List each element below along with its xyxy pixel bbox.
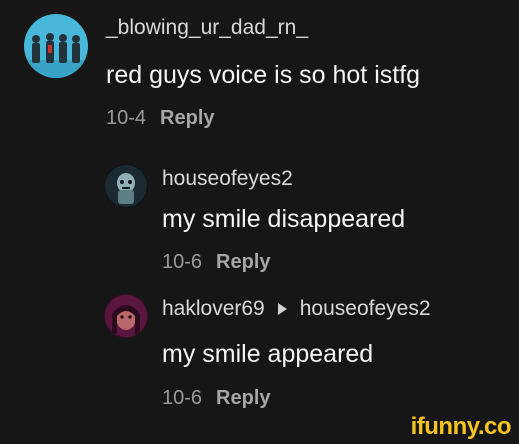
band-photo-avatar-icon — [24, 14, 88, 78]
comment-username[interactable]: houseofeyes2 — [162, 167, 293, 191]
comment-text: my smile appeared — [162, 340, 374, 368]
reply-button[interactable]: Reply — [216, 251, 270, 274]
comment-text: my smile disappeared — [162, 205, 406, 233]
comment-meta: 10-4 Reply — [106, 107, 215, 130]
comment-username[interactable]: _blowing_ur_dad_rn_ — [106, 16, 308, 40]
avatar[interactable] — [24, 14, 88, 78]
ifunny-watermark: ifunny.co — [410, 413, 512, 440]
monster-figure-avatar-icon — [104, 164, 148, 208]
reply-button[interactable]: Reply — [216, 387, 270, 410]
comment-username[interactable]: haklover69 — [162, 297, 265, 321]
comment-meta: 10-6 Reply — [162, 251, 271, 274]
comment-meta: 10-6 Reply — [162, 387, 271, 410]
comment-date: 10-4 — [106, 107, 147, 129]
reply-arrow-icon — [277, 303, 287, 315]
avatar[interactable] — [104, 164, 148, 208]
comment-date: 10-6 — [162, 251, 203, 273]
reply-header: haklover69 houseofeyes2 — [162, 297, 431, 321]
comment-date: 10-6 — [162, 387, 203, 409]
avatar[interactable] — [104, 294, 148, 338]
reply-button[interactable]: Reply — [160, 107, 214, 130]
comment-text: red guys voice is so hot istfg — [106, 61, 421, 89]
reply-to-username[interactable]: houseofeyes2 — [300, 297, 431, 321]
person-photo-avatar-icon — [104, 294, 148, 338]
